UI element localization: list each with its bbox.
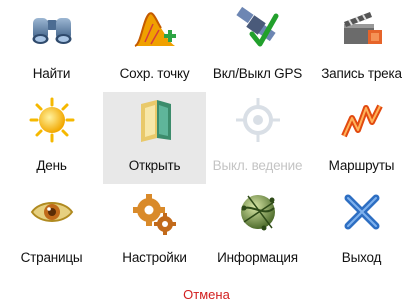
menu-item-open[interactable]: Открыть [103,92,206,184]
binoculars-icon [28,4,76,52]
menu-item-exit[interactable]: Выход [310,184,413,276]
menu-item-toggle-gps[interactable]: Вкл/Выкл GPS [206,0,309,92]
menu-item-find[interactable]: Найти [0,0,103,92]
gears-icon [131,188,179,236]
save-point-icon [131,4,179,52]
menu-item-navigation-off[interactable]: Выкл. ведение [206,92,309,184]
crosshair-icon [234,96,282,144]
main-menu-grid: Найти Сохр. точку Вкл/Выкл GPS Запись тр… [0,0,413,276]
cancel-button[interactable]: Отмена [0,287,413,302]
menu-item-label: День [36,158,67,173]
menu-item-day[interactable]: День [0,92,103,184]
route-icon [338,96,386,144]
menu-item-pages[interactable]: Страницы [0,184,103,276]
menu-item-label: Выход [341,250,382,265]
menu-item-routes[interactable]: Маршруты [310,92,413,184]
menu-item-save-point[interactable]: Сохр. точку [103,0,206,92]
menu-item-track-record[interactable]: Запись трека [310,0,413,92]
menu-item-label: Запись трека [321,66,402,81]
globe-icon [234,188,282,236]
sun-icon [28,96,76,144]
menu-item-label: Информация [217,250,298,265]
menu-item-info[interactable]: Информация [206,184,309,276]
menu-item-label: Вкл/Выкл GPS [212,66,303,81]
satellite-icon [234,4,282,52]
menu-item-settings[interactable]: Настройки [103,184,206,276]
close-icon [338,188,386,236]
menu-item-label: Выкл. ведение [212,158,303,173]
menu-item-label: Найти [32,66,71,81]
menu-item-label: Открыть [128,158,181,173]
eye-icon [28,188,76,236]
clapperboard-icon [338,4,386,52]
menu-item-label: Настройки [122,250,187,265]
menu-item-label: Маршруты [328,158,395,173]
menu-item-label: Сохр. точку [119,66,190,81]
menu-item-label: Страницы [20,250,83,265]
open-book-icon [131,96,179,144]
